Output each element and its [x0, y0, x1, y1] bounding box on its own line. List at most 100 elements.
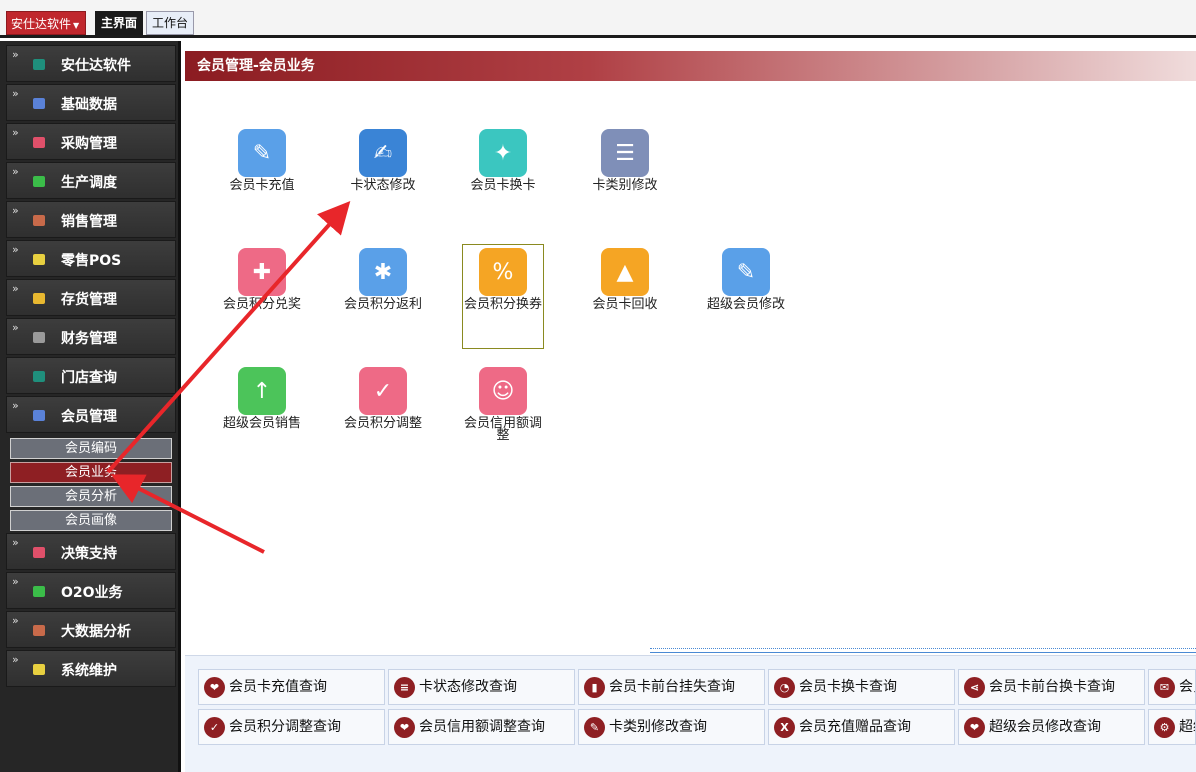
report-card-exchange[interactable]: ◔ 会员卡换卡查询 — [768, 669, 955, 705]
tile-label: 会员积分调整 — [343, 416, 422, 431]
report-card-category[interactable]: ✎ 卡类别修改查询 — [578, 709, 765, 745]
brand-label: 安仕达软件 — [11, 17, 72, 31]
chevron-right-icon: » — [12, 614, 19, 627]
tile-points-redeem[interactable]: ✚ 会员积分兑奖 — [221, 248, 303, 311]
report-label: 会员卡前台挂失查询 — [609, 679, 735, 695]
section-divider — [650, 648, 1196, 653]
sidebar-item-label: 存货管理 — [61, 292, 117, 308]
tile-card-recharge[interactable]: ✎ 会员卡充值 — [221, 129, 303, 192]
sidebar-subitem-member-analysis[interactable]: 会员分析 — [10, 486, 172, 507]
report-member-partial[interactable]: ✉会员 — [1148, 669, 1196, 705]
module-icon — [33, 547, 45, 558]
report-card-loss[interactable]: ▮ 会员卡前台挂失查询 — [578, 669, 765, 705]
report-label: 会员卡充值查询 — [229, 679, 327, 695]
sidebar-item-purchase[interactable]: » 采购管理 — [6, 123, 176, 160]
sidebar-item-store-query[interactable]: 门店查询 — [6, 357, 176, 394]
tile-points-adjust[interactable]: ✓ 会员积分调整 — [342, 367, 424, 430]
report-label: 会员积分调整查询 — [229, 719, 341, 735]
module-icon — [33, 586, 45, 597]
sidebar-item-label: 销售管理 — [61, 214, 117, 230]
page-title: 会员管理-会员业务 — [185, 51, 1196, 81]
sidebar-subitem-member-business[interactable]: 会员业务 — [10, 462, 172, 483]
report-super-member-edit[interactable]: ❤ 超级会员修改查询 — [958, 709, 1145, 745]
sidebar-item-label: 采购管理 — [61, 136, 117, 152]
tile-credit-adjust[interactable]: ☺ 会员信用额调整 — [462, 367, 544, 442]
report-label: 超级会员修改查询 — [989, 719, 1101, 735]
report-label: 卡类别修改查询 — [609, 719, 707, 735]
tile-card-recycle[interactable]: ▲ 会员卡回收 — [584, 248, 666, 311]
tile-card-exchange[interactable]: ✦ 会员卡换卡 — [462, 129, 544, 192]
tile-label: 会员积分返利 — [343, 297, 422, 312]
sidebar-item-basic-data[interactable]: » 基础数据 — [6, 84, 176, 121]
tab-workbench[interactable]: 工作台 — [146, 11, 195, 35]
tile-card-category[interactable]: ☰ 卡类别修改 — [584, 129, 666, 192]
chevron-right-icon: » — [12, 575, 19, 588]
database-icon: ⚙ — [1154, 717, 1175, 738]
module-icon — [33, 371, 45, 382]
sidebar-item-label: 财务管理 — [61, 331, 117, 347]
module-icon — [33, 625, 45, 636]
pie-icon: ◔ — [774, 677, 795, 698]
card-category-icon: ☰ — [601, 129, 649, 177]
chevron-down-icon: » — [12, 399, 19, 412]
tile-super-member-sales[interactable]: ↑ 超级会员销售 — [221, 367, 303, 430]
sidebar-item-inventory[interactable]: » 存货管理 — [6, 279, 176, 316]
tile-label: 会员卡换卡 — [470, 178, 536, 193]
heart-icon: ❤ — [204, 677, 225, 698]
brand-dropdown-button[interactable]: 安仕达软件 ▼ — [6, 11, 86, 35]
sidebar-item-system[interactable]: » 系统维护 — [6, 650, 176, 687]
bar-chart-icon: ▮ — [584, 677, 605, 698]
report-card-recharge[interactable]: ❤ 会员卡充值查询 — [198, 669, 385, 705]
report-recharge-gift[interactable]: X 会员充值赠品查询 — [768, 709, 955, 745]
report-points-adjust[interactable]: ✓ 会员积分调整查询 — [198, 709, 385, 745]
sidebar-item-label: 零售POS — [61, 253, 122, 269]
recycle-icon: ▲ — [601, 248, 649, 296]
tile-label: 超级会员销售 — [222, 416, 301, 431]
module-icon — [33, 293, 45, 304]
report-label: 超级 — [1179, 719, 1195, 735]
tile-super-member-edit[interactable]: ✎ 超级会员修改 — [705, 248, 787, 311]
chevron-right-icon: » — [12, 653, 19, 666]
sidebar-item-sales[interactable]: » 销售管理 — [6, 201, 176, 238]
report-front-exchange[interactable]: ⋖ 会员卡前台换卡查询 — [958, 669, 1145, 705]
report-label: 会员充值赠品查询 — [799, 719, 911, 735]
chevron-right-icon: » — [12, 126, 19, 139]
share-icon: ⋖ — [964, 677, 985, 698]
tile-label: 会员卡充值 — [229, 178, 295, 193]
sidebar-item-finance[interactable]: » 财务管理 — [6, 318, 176, 355]
sidebar-item-anshida[interactable]: » 安仕达软件 — [6, 45, 176, 82]
tab-main[interactable]: 主界面 — [95, 11, 144, 35]
sidebar-item-big-data[interactable]: » 大数据分析 — [6, 611, 176, 648]
tile-points-rebate[interactable]: ✱ 会员积分返利 — [342, 248, 424, 311]
heart-icon: ❤ — [394, 717, 415, 738]
module-icon — [33, 254, 45, 265]
report-credit-adjust[interactable]: ❤ 会员信用额调整查询 — [388, 709, 575, 745]
sidebar-item-o2o[interactable]: » O2O业务 — [6, 572, 176, 609]
tile-points-coupon[interactable]: % 会员积分换券 — [462, 244, 544, 349]
tile-card-status[interactable]: ✍ 卡状态修改 — [342, 129, 424, 192]
layers-icon: ≡ — [394, 677, 415, 698]
chat-icon: ✉ — [1154, 677, 1175, 698]
sidebar-subitem-member-code[interactable]: 会员编码 — [10, 438, 172, 459]
chevron-right-icon: » — [12, 321, 19, 334]
card-exchange-icon: ✦ — [479, 129, 527, 177]
sidebar-item-member[interactable]: » 会员管理 — [6, 396, 176, 433]
sidebar-item-decision[interactable]: » 决策支持 — [6, 533, 176, 570]
sidebar-item-retail-pos[interactable]: » 零售POS — [6, 240, 176, 277]
rebate-icon: ✱ — [359, 248, 407, 296]
sidebar-item-label: 门店查询 — [61, 370, 117, 386]
report-label: 会员卡前台换卡查询 — [989, 679, 1115, 695]
sidebar-item-label: 系统维护 — [61, 663, 117, 679]
tile-label: 卡状态修改 — [350, 178, 416, 193]
card-recharge-icon: ✎ — [238, 129, 286, 177]
chevron-right-icon: » — [12, 204, 19, 217]
report-super-partial[interactable]: ⚙超级 — [1148, 709, 1196, 745]
credit-icon: ☺ — [479, 367, 527, 415]
sidebar-item-production[interactable]: » 生产调度 — [6, 162, 176, 199]
sidebar-subitem-member-portrait[interactable]: 会员画像 — [10, 510, 172, 531]
tile-label: 超级会员修改 — [706, 297, 785, 312]
report-card-status[interactable]: ≡ 卡状态修改查询 — [388, 669, 575, 705]
check-icon: ✓ — [204, 717, 225, 738]
report-label: 会员卡换卡查询 — [799, 679, 897, 695]
dropdown-caret-icon: ▼ — [73, 21, 80, 30]
